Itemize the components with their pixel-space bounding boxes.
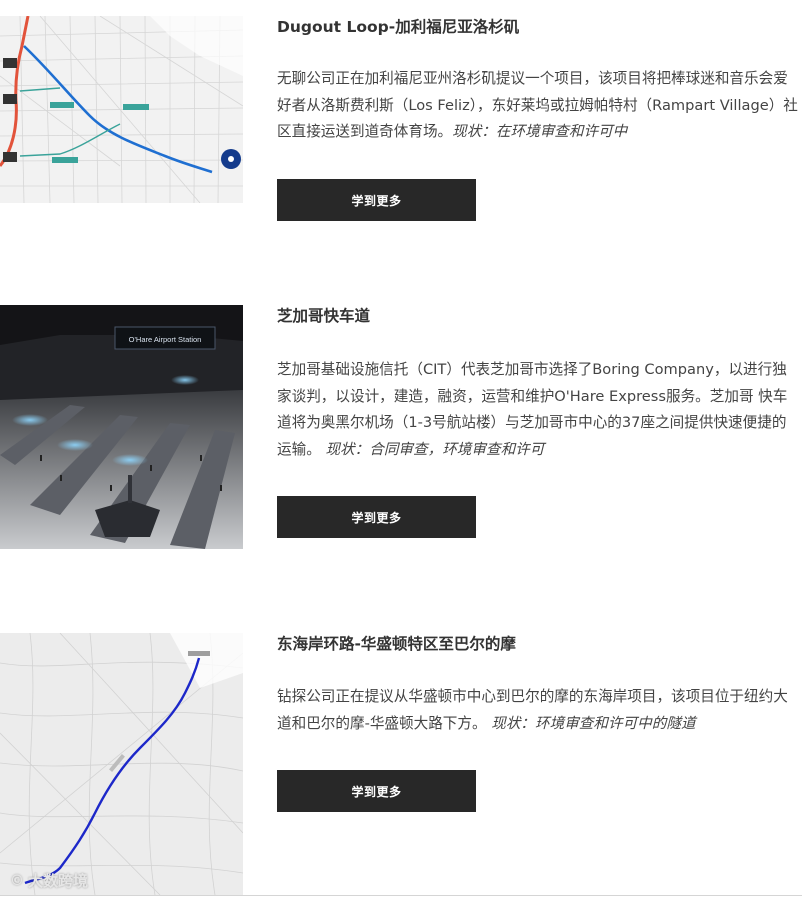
project-image-dc-baltimore-map[interactable] <box>0 633 243 895</box>
divider <box>0 895 802 896</box>
learn-more-button[interactable]: 学到更多 <box>277 179 476 221</box>
camera-swirl-icon: © <box>10 872 24 889</box>
project-description: 无聊公司正在加利福尼亚州洛杉矶提议一个项目，该项目将把棒球迷和音乐会爱好者从洛斯… <box>277 66 799 146</box>
project-description: 芝加哥基础设施信托（CIT）代表芝加哥市选择了Boring Company，以进… <box>277 357 799 463</box>
project-status: 现状：在环境审查和许可中 <box>452 123 628 140</box>
project-status: 现状：环境审查和许可中的隧道 <box>491 714 696 732</box>
project-title: 东海岸环路-华盛顿特区至巴尔的摩 <box>277 635 516 653</box>
watermark-text: 大数跨境 <box>28 872 89 890</box>
learn-more-button[interactable]: 学到更多 <box>277 496 476 538</box>
los-angeles-route-map <box>0 16 243 203</box>
learn-more-button[interactable]: 学到更多 <box>277 770 476 812</box>
project-title: Dugout Loop-加利福尼亚洛杉矶 <box>277 18 520 36</box>
ohare-station-render: O'Hare Airport Station <box>0 305 243 549</box>
project-description: 钻探公司正在提议从华盛顿市中心到巴尔的摩的东海岸项目，该项目位于纽约大道和巴尔的… <box>277 684 799 737</box>
project-title: 芝加哥快车道 <box>277 307 371 325</box>
project-image-la-map[interactable] <box>0 16 243 203</box>
watermark: © 大数跨境 <box>10 870 88 891</box>
project-text-column: Dugout Loop-加利福尼亚洛杉矶 无聊公司正在加利福尼亚州洛杉矶提议一个… <box>277 16 799 146</box>
project-status: 现状：合同审查，环境审查和许可 <box>325 440 545 458</box>
project-text-column: 东海岸环路-华盛顿特区至巴尔的摩 钻探公司正在提议从华盛顿市中心到巴尔的摩的东海… <box>277 633 799 737</box>
station-sign-text: O'Hare Airport Station <box>129 335 202 344</box>
dc-baltimore-route-map <box>0 633 243 895</box>
project-text-column: 芝加哥快车道 芝加哥基础设施信托（CIT）代表芝加哥市选择了Boring Com… <box>277 305 799 463</box>
project-image-ohare-station[interactable]: O'Hare Airport Station <box>0 305 243 549</box>
